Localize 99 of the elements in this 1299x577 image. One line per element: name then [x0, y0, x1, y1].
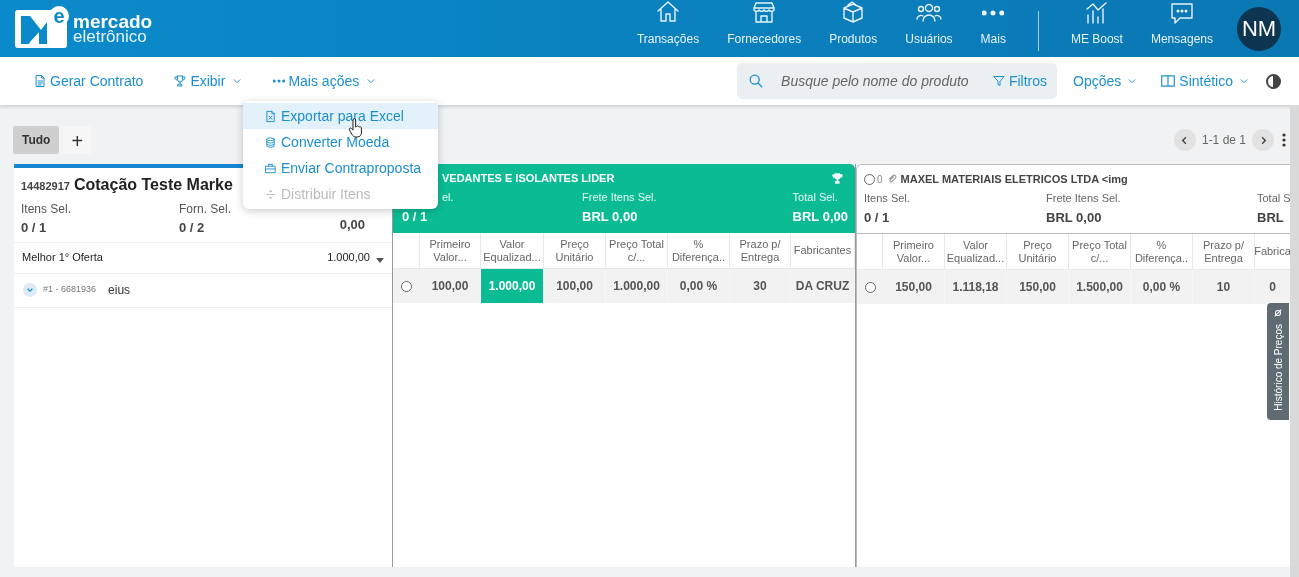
nav-item[interactable]: Usuários	[891, 0, 967, 57]
page-indicator: 1-1 de 1	[1201, 132, 1246, 149]
table-cell: 10	[1193, 270, 1255, 304]
next-page-button[interactable]	[1252, 129, 1274, 151]
supplier-name: VEDANTES E ISOLANTES LIDER	[442, 170, 615, 186]
stat-value: BRL 0,00	[582, 208, 639, 226]
coins-icon	[264, 135, 277, 149]
previous-page-button[interactable]	[1173, 129, 1196, 151]
stat-value: BRL	[1257, 209, 1285, 227]
filter-tab[interactable]: Tudo	[13, 126, 60, 154]
more-icon	[982, 10, 1005, 16]
toolbar-action[interactable]: Gerar Contrato	[33, 70, 144, 92]
divide-icon	[264, 187, 277, 201]
column-header: Primeiro Valor...	[883, 234, 945, 269]
menu-item[interactable]: Exportar para Excel	[243, 103, 438, 129]
stat-label: Itens Sel.	[21, 201, 73, 218]
hidden-eye-icon	[1273, 308, 1283, 318]
columns-icon	[1160, 73, 1177, 89]
stat-label: el.	[442, 191, 455, 204]
logo-mark-icon	[15, 9, 67, 48]
table-cell: 1.000,00	[606, 269, 668, 303]
logo-letter: e	[49, 5, 69, 26]
nav-item[interactable]: Mensagens	[1136, 0, 1227, 57]
stat-value: 0,00	[339, 216, 365, 234]
column-header: Preço Unitário	[1007, 234, 1069, 269]
menu-item[interactable]: Enviar Contraproposta	[243, 155, 438, 181]
stat-value: 0 / 1	[402, 208, 429, 226]
column-header: Prazo p/ Entrega	[1193, 234, 1255, 269]
table-cell: 1.118,18	[945, 270, 1007, 304]
table-cell: 100,00	[544, 269, 606, 303]
trophy-icon	[831, 171, 844, 185]
quotation-title: Cotação Teste Marke	[73, 175, 233, 195]
table-cell: DA CRUZ	[791, 269, 855, 303]
stat-value: BRL 0,00	[1046, 209, 1103, 227]
logo-wordmark: mercado	[73, 13, 153, 29]
column-header: Primeiro Valor...	[420, 233, 481, 268]
nav-item[interactable]: Produtos	[815, 0, 892, 57]
more-options-button[interactable]	[1282, 133, 1286, 147]
toolbar-action[interactable]: Mais ações	[273, 70, 378, 92]
logo-subtitle: eletrônico	[73, 28, 147, 44]
quotation-code: 14482917	[21, 179, 70, 194]
item-number: #1 - 6681936	[43, 283, 97, 297]
column-header: Preço Unitário	[544, 233, 606, 268]
sort-caret-icon[interactable]	[376, 258, 384, 263]
column-header: % Diferença..	[1131, 234, 1193, 269]
nav-item[interactable]: Transações	[622, 0, 714, 57]
table-cell: 150,00	[883, 270, 945, 304]
price-history-tab[interactable]: Histórico de Preços	[1267, 303, 1289, 420]
nav-item[interactable]: Mais	[966, 0, 1020, 57]
scrollbar[interactable]	[1290, 105, 1299, 577]
column-header: Prazo p/ Entrega	[730, 233, 791, 268]
nav-item[interactable]: ME Boost	[1056, 0, 1137, 57]
stat-label: Frete Itens Sel.	[1046, 192, 1122, 205]
paperclip-icon	[886, 174, 897, 184]
nav-item[interactable]: Fornecedores	[713, 0, 816, 57]
radio-button[interactable]	[864, 281, 876, 293]
column-header: Preço Total c/...	[1069, 234, 1131, 269]
table-cell: 1.500,00	[1069, 270, 1131, 304]
item-name: eius	[108, 282, 131, 299]
attachment-count: 0	[877, 172, 883, 187]
stat-label: Total Sel.	[792, 191, 838, 204]
excel-file-icon	[264, 109, 277, 123]
contrast-icon[interactable]	[1266, 73, 1281, 89]
supplier-name: MAXEL MATERIAIS ELETRICOS LTDA <img	[900, 171, 1128, 187]
table-cell: 0,00 %	[1131, 270, 1193, 304]
column-header: Valor Equalizad...	[481, 233, 544, 268]
best-offer-value: 1.000,00	[327, 250, 370, 266]
trophy-icon	[173, 74, 188, 88]
stat-label: Forn. Sel.	[179, 201, 233, 218]
column-header: Valor Equalizad...	[945, 234, 1007, 269]
briefcase-icon	[264, 161, 277, 175]
menu-item[interactable]: Converter Moeda	[243, 129, 438, 155]
document-icon	[33, 74, 47, 88]
column-header: % Diferença..	[668, 233, 730, 268]
add-tab-button[interactable]: +	[63, 126, 92, 154]
toolbar-action[interactable]: Exibir	[173, 70, 244, 92]
stat-label: Itens Sel.	[864, 192, 911, 205]
table-cell: 30	[730, 269, 791, 303]
stat-label: Total S	[1257, 192, 1290, 205]
stat-value: 0 / 1	[21, 219, 48, 237]
filter-icon	[991, 74, 1006, 88]
stat-value: 0 / 2	[179, 219, 206, 237]
table-cell: 0,00 %	[668, 269, 730, 303]
more-icon	[273, 79, 286, 83]
best-offer-label: Melhor 1° Oferta	[22, 250, 103, 266]
stat-value: 0 / 1	[864, 209, 891, 227]
table-cell: 150,00	[1007, 270, 1069, 304]
column-header: Preço Total c/...	[606, 233, 668, 268]
stat-value: BRL 0,00	[792, 208, 848, 226]
toolbar-dropdown[interactable]: Sintético	[1160, 70, 1250, 92]
user-avatar[interactable]: NM	[1237, 6, 1281, 51]
stat-label: Frete Itens Sel.	[582, 191, 658, 204]
table-cell: 1.000,00	[481, 269, 544, 303]
column-header: Fabricantes	[791, 233, 855, 268]
radio-button[interactable]	[401, 280, 412, 292]
toolbar-dropdown[interactable]: Opções	[1073, 70, 1139, 92]
search-field[interactable]: Busque pelo nome do produto Filtros	[737, 63, 1058, 99]
chevron-down-icon	[26, 286, 34, 294]
filter-button[interactable]: Filtros	[991, 70, 1048, 92]
